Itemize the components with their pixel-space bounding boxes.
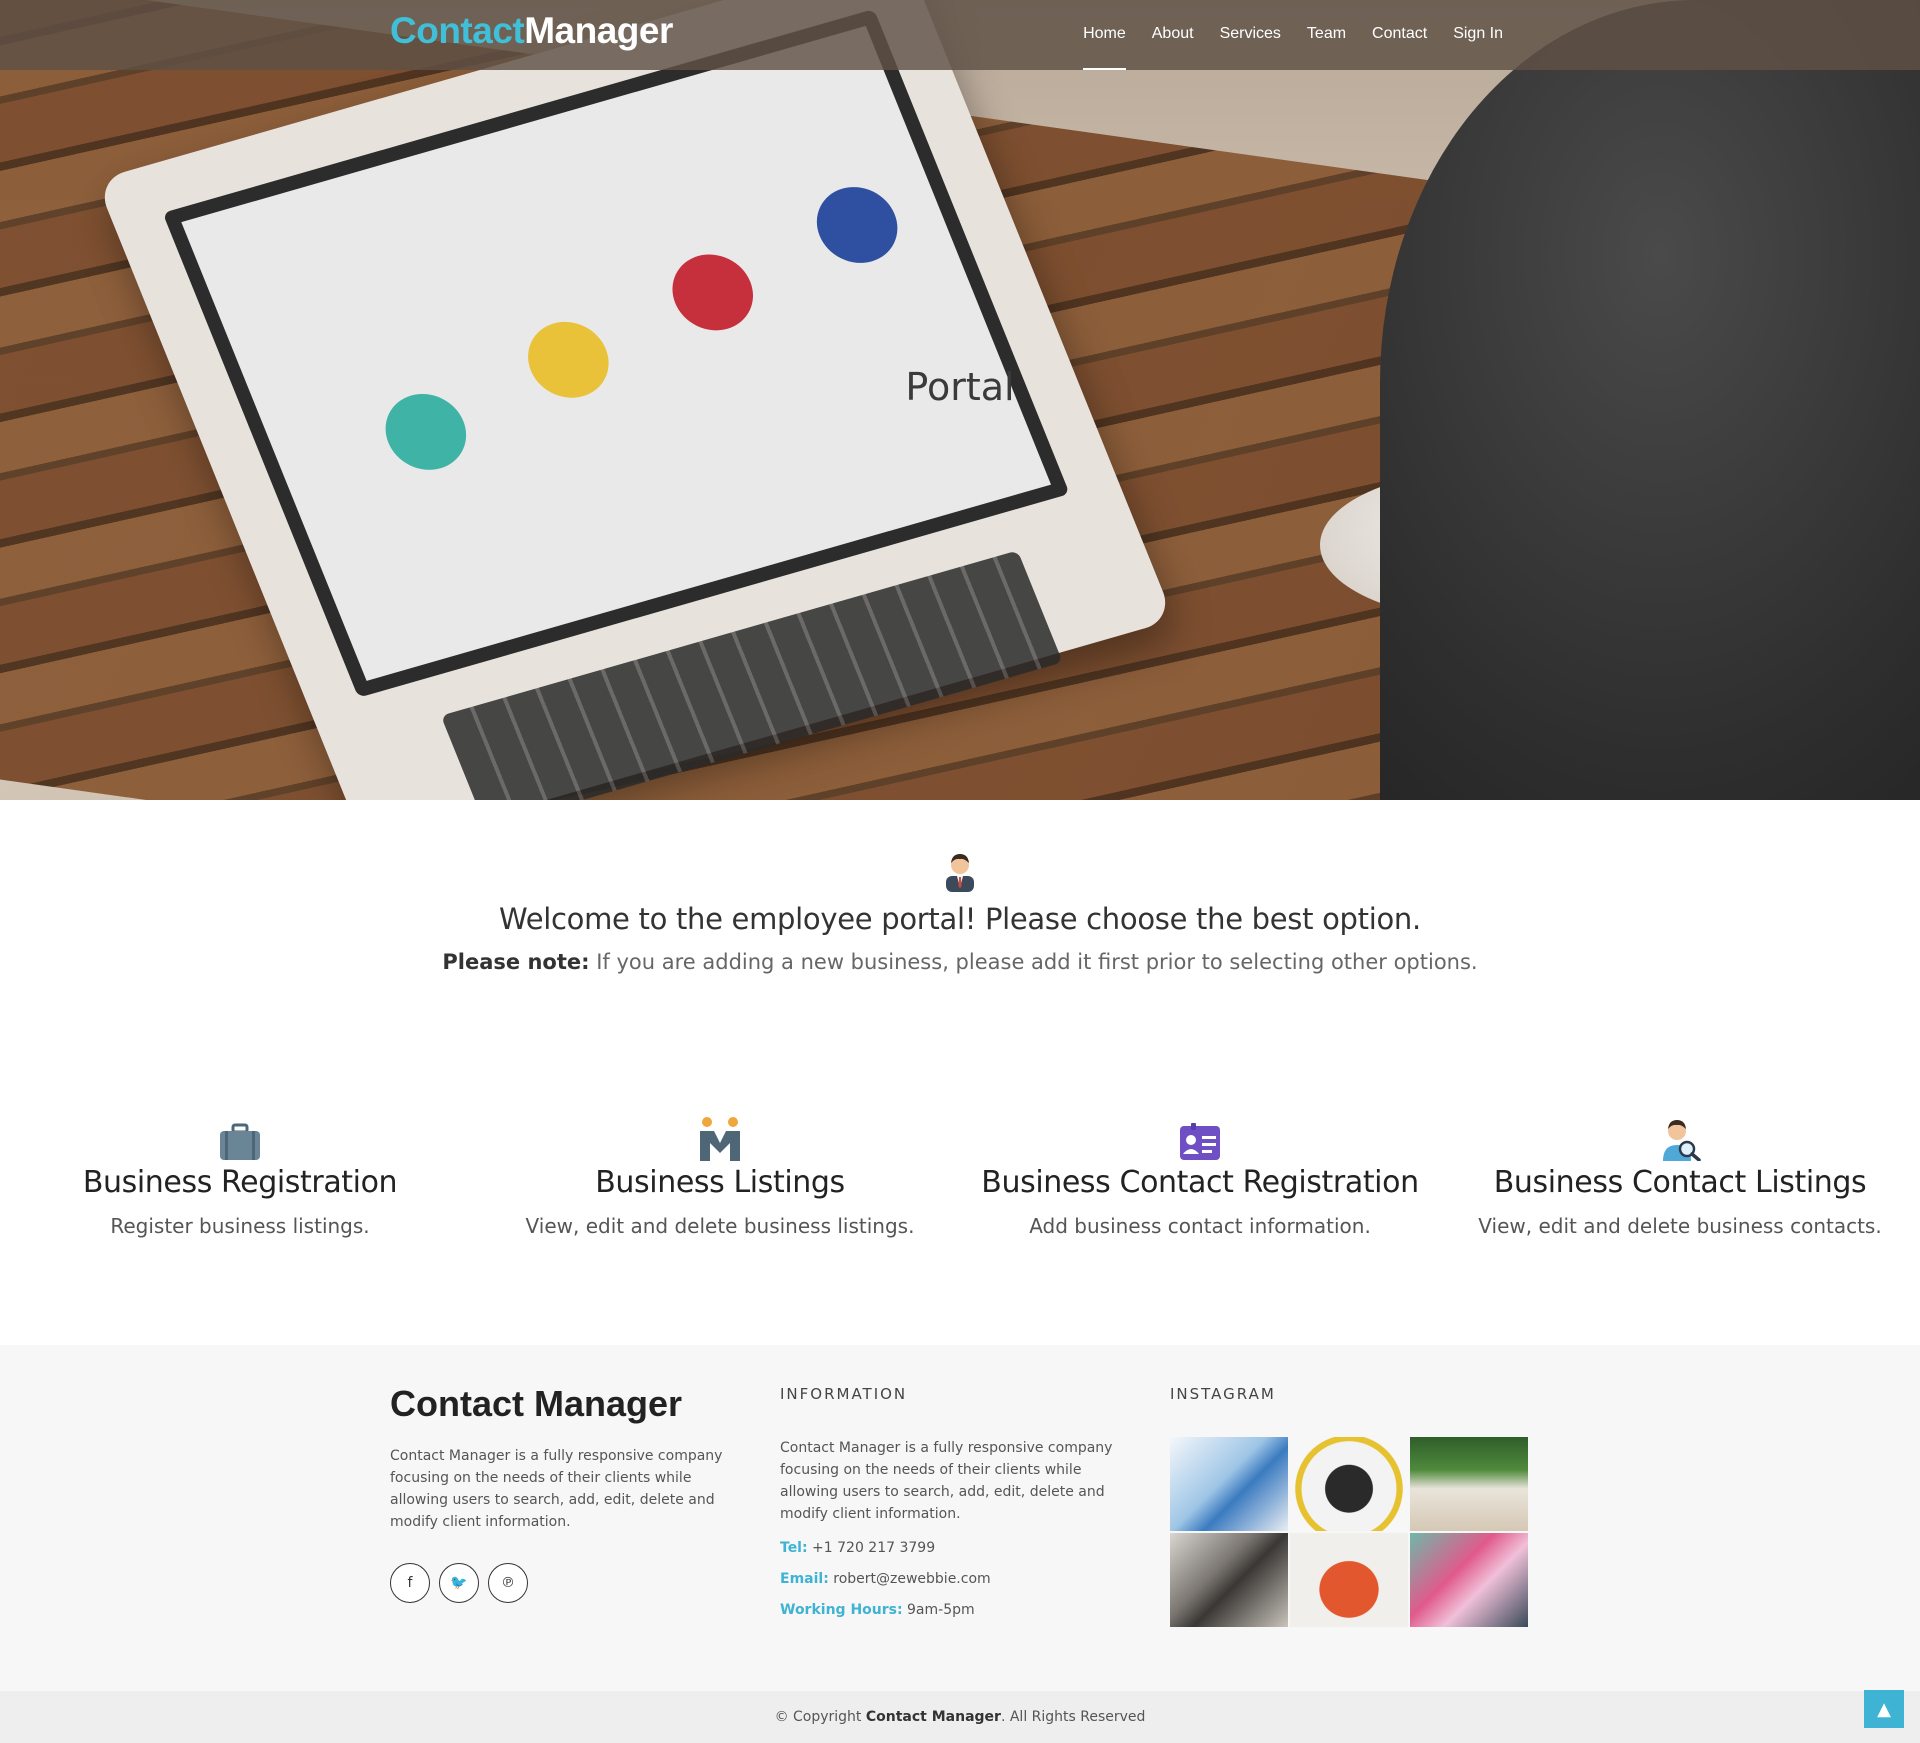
footer-hours-label: Working Hours: [780,1602,903,1618]
footer-email-value[interactable]: robert@zewebbie.com [829,1571,990,1587]
instagram-thumb[interactable] [1170,1533,1288,1627]
footer-brand: Contact Manager [390,1383,683,1424]
footer: Contact Manager Contact Manager is a ful… [0,1345,1920,1691]
footer-hours-value: 9am-5pm [902,1602,975,1618]
nav-team[interactable]: Team [1294,22,1359,70]
social-links: f 🐦 ℗ [390,1563,735,1603]
instagram-thumb[interactable] [1290,1437,1408,1531]
screen-circle-4 [804,177,910,273]
feature-title: Business Contact Listings [1493,1165,1867,1200]
nav-about[interactable]: About [1139,22,1207,70]
footer-information-column: INFORMATION Contact Manager is a fully r… [780,1383,1125,1618]
instagram-thumb[interactable] [1410,1437,1528,1531]
contact-card-icon [960,1115,1440,1161]
back-to-top-button[interactable]: ▲ [1864,1690,1904,1728]
feature-desc: View, edit and delete business listings. [525,1214,915,1238]
footer-instagram-column: INSTAGRAM [1170,1383,1528,1627]
main-nav: Home About Services Team Contact Sign In [1070,22,1516,70]
welcome-note: Please note: If you are adding a new bus… [0,950,1920,974]
instagram-thumb[interactable] [1290,1533,1408,1627]
brand-logo-part2: Manager [524,10,673,51]
footer-email: Email: robert@zewebbie.com [780,1571,1125,1587]
twitter-icon[interactable]: 🐦 [439,1563,479,1603]
handshake-people-icon [480,1115,960,1161]
instagram-grid [1170,1437,1528,1627]
welcome-heading: Welcome to the employee portal! Please c… [499,902,1421,936]
welcome-note-text: If you are adding a new business, please… [589,950,1478,974]
facebook-icon[interactable]: f [390,1563,430,1603]
briefcase-icon [0,1115,480,1161]
footer-about-column: Contact Manager Contact Manager is a ful… [390,1383,735,1603]
nav-services[interactable]: Services [1207,22,1294,70]
copyright-brand: Contact Manager [865,1709,1001,1725]
nav-contact[interactable]: Contact [1359,22,1440,70]
footer-email-label: Email: [780,1571,829,1587]
hero-banner: Portal [0,0,1920,800]
feature-business-contact-registration[interactable]: Business Contact Registration Add busine… [960,1115,1440,1238]
footer-tel-value: +1 720 217 3799 [807,1540,936,1556]
feature-desc: Add business contact information. [1029,1214,1371,1238]
footer-about-text: Contact Manager is a fully responsive co… [390,1448,723,1530]
nav-sign-in[interactable]: Sign In [1440,22,1516,70]
copyright-suffix: . All Rights Reserved [1000,1709,1146,1725]
feature-desc: View, edit and delete business contacts. [1478,1214,1882,1238]
feature-title: Business Listings [595,1165,845,1200]
hero-title: Portal [905,365,1015,409]
feature-options: Business Registration Register business … [0,1115,1920,1238]
feature-business-contact-listings[interactable]: Business Contact Listings View, edit and… [1440,1115,1920,1238]
instagram-thumb[interactable] [1170,1437,1288,1531]
brand-logo-part1: Contact [390,10,525,51]
feature-business-registration[interactable]: Business Registration Register business … [0,1115,480,1238]
pinterest-icon[interactable]: ℗ [488,1563,528,1603]
footer-information-text: Contact Manager is a fully responsive co… [780,1440,1113,1522]
feature-desc: Register business listings. [110,1214,370,1238]
feature-business-listings[interactable]: Business Listings View, edit and delete … [480,1115,960,1238]
top-navbar: ContactManager Home About Services Team … [0,0,1920,70]
feature-title: Business Contact Registration [981,1165,1419,1200]
nav-home[interactable]: Home [1070,22,1139,70]
chevron-up-icon: ▲ [1877,1698,1891,1720]
welcome-section: Welcome to the employee portal! Please c… [0,850,1920,974]
copyright-prefix: © Copyright [774,1709,866,1725]
footer-hours: Working Hours: 9am-5pm [780,1602,1125,1618]
footer-tel: Tel: +1 720 217 3799 [780,1540,1125,1556]
screen-circle-3 [660,245,765,340]
brand-logo[interactable]: ContactManager [390,10,673,52]
welcome-note-label: Please note: [442,950,590,974]
footer-information-title: INFORMATION [780,1385,908,1403]
copyright-bar: © Copyright Contact Manager. All Rights … [0,1691,1920,1743]
footer-instagram-title: INSTAGRAM [1170,1385,1276,1403]
footer-tel-label: Tel: [780,1540,808,1556]
person-search-icon [1440,1115,1920,1161]
feature-title: Business Registration [82,1165,398,1200]
employee-avatar-icon [940,850,980,892]
instagram-thumb[interactable] [1410,1533,1528,1627]
